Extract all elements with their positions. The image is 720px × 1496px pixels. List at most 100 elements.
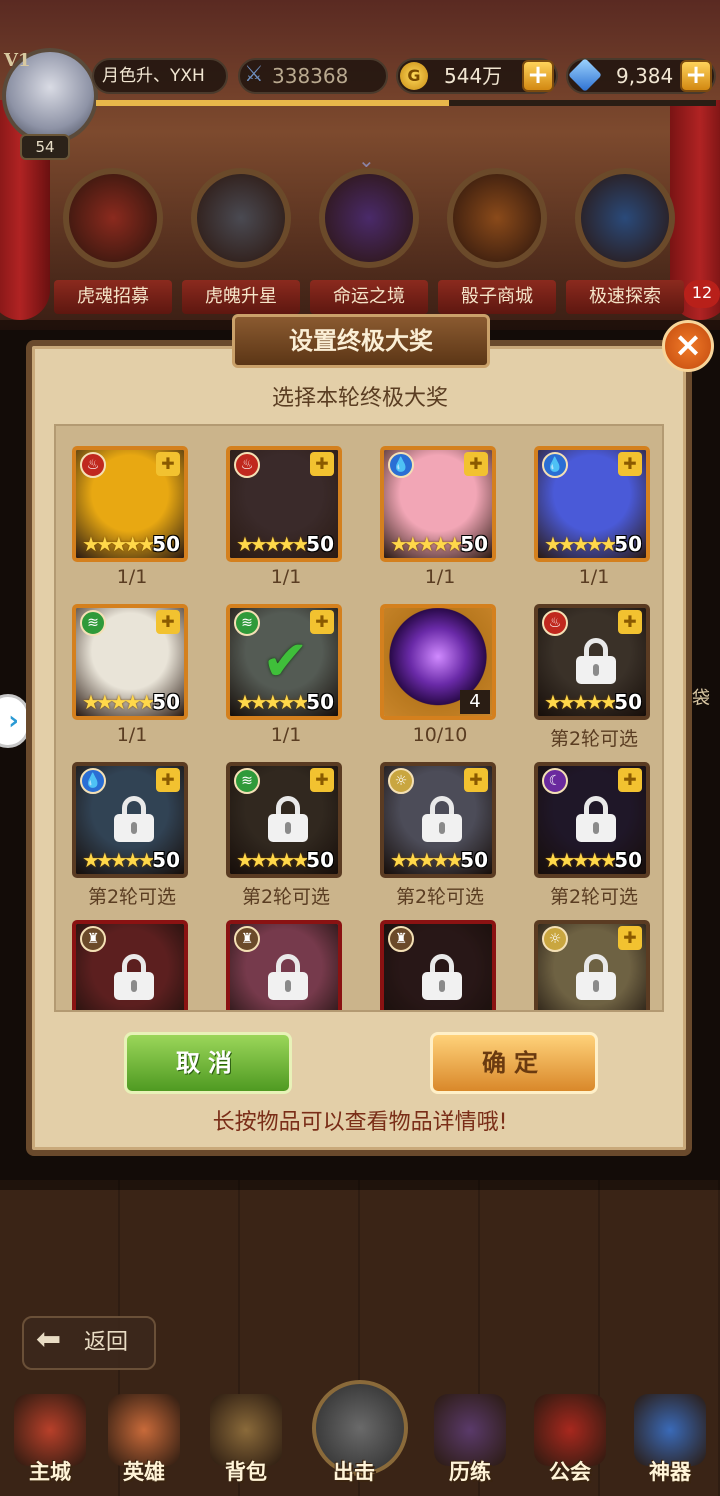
- reward-card[interactable]: 4: [380, 604, 496, 720]
- hero-level: 50: [614, 690, 642, 714]
- reward-slot[interactable]: ♜: [380, 920, 500, 1010]
- feature-2[interactable]: 虎魄升星: [182, 168, 300, 318]
- neutral-element-icon: ♜: [234, 926, 260, 952]
- reward-card[interactable]: ♜: [380, 920, 496, 1010]
- back-arrow-icon: ⬅: [36, 1322, 62, 1357]
- lock-icon: [576, 638, 616, 684]
- puzzle-piece-icon: ✚: [310, 610, 334, 634]
- feature-1[interactable]: 虎魂招募: [54, 168, 172, 318]
- lock-icon: [114, 796, 154, 842]
- wind-element-icon: ≋: [234, 768, 260, 794]
- hint-text: 长按物品可以查看物品详情哦!: [212, 1110, 508, 1135]
- reward-card[interactable]: ☼ ✚: [534, 920, 650, 1010]
- puzzle-piece-icon: ✚: [618, 768, 642, 792]
- water-element-icon: 💧: [80, 768, 106, 794]
- reward-card[interactable]: 💧 ✚ ★★★★★ 50: [380, 446, 496, 562]
- reward-card[interactable]: ≋ ✚ ★★★★★ 50: [72, 604, 188, 720]
- reward-card[interactable]: ≋ ✚ ★★★★★ 50: [226, 762, 342, 878]
- feature-4[interactable]: 骰子商城: [438, 168, 556, 318]
- nav-label: 公会: [549, 1460, 591, 1484]
- puzzle-piece-icon: ✚: [464, 452, 488, 476]
- hero-level: 50: [152, 848, 180, 872]
- reward-card[interactable]: 💧 ✚ ★★★★★ 50: [534, 446, 650, 562]
- reward-card[interactable]: ☼ ✚ ★★★★★ 50: [380, 762, 496, 878]
- puzzle-piece-icon: ✚: [310, 768, 334, 792]
- add-gem-button[interactable]: +: [680, 60, 712, 92]
- close-button[interactable]: ×: [662, 320, 714, 372]
- neutral-element-icon: ♜: [388, 926, 414, 952]
- hero-level: 50: [460, 532, 488, 556]
- reward-slot[interactable]: ≋ ✚ ★★★★★ 50 ✔ 1/1: [226, 604, 346, 754]
- reward-count-label: 第2轮可选: [395, 886, 485, 908]
- nav-label: 历练: [449, 1460, 491, 1484]
- reward-slot[interactable]: ♨ ✚ ★★★★★ 50 1/1: [72, 446, 192, 596]
- nav-label: 出击: [333, 1460, 375, 1484]
- fire-element-icon: ♨: [234, 452, 260, 478]
- reward-slot[interactable]: ☼ ✚ ★★★★★ 50 第2轮可选: [380, 762, 500, 912]
- reward-slot[interactable]: 💧 ✚ ★★★★★ 50 1/1: [380, 446, 500, 596]
- feature-label: 虎魂招募: [54, 280, 172, 314]
- puzzle-piece-icon: ✚: [618, 452, 642, 476]
- star-rating: ★★★★★: [544, 848, 618, 872]
- feature-5[interactable]: 极速探索: [566, 168, 684, 318]
- lock-icon: [576, 954, 616, 1000]
- hero-level: 50: [306, 848, 334, 872]
- reward-card[interactable]: ☾ ✚ ★★★★★ 50: [534, 762, 650, 878]
- reward-slot[interactable]: ☼ ✚: [534, 920, 654, 1010]
- experience-bar: [96, 100, 716, 106]
- nav-label: 主城: [29, 1460, 71, 1484]
- reward-card[interactable]: 💧 ✚ ★★★★★ 50: [72, 762, 188, 878]
- reward-slot[interactable]: ≋ ✚ ★★★★★ 50 第2轮可选: [226, 762, 346, 912]
- dark-element-icon: ☾: [542, 768, 568, 794]
- nav-item[interactable]: 英雄: [94, 1380, 194, 1496]
- lock-icon: [422, 796, 462, 842]
- star-rating: ★★★★★: [82, 848, 156, 872]
- reward-card[interactable]: ♨ ✚ ★★★★★ 50: [534, 604, 650, 720]
- add-gold-button[interactable]: +: [522, 60, 554, 92]
- water-element-icon: 💧: [542, 452, 568, 478]
- reward-count-label: 第2轮可选: [549, 886, 639, 908]
- player-name: 月色升、YXH: [92, 58, 228, 94]
- reward-card[interactable]: ♜: [226, 920, 342, 1010]
- star-rating: ★★★★★: [390, 848, 464, 872]
- reward-slot[interactable]: ♨ ✚ ★★★★★ 50 第2轮可选: [534, 604, 654, 754]
- star-rating: ★★★★★: [82, 690, 156, 714]
- dialog-title: 设置终极大奖: [232, 314, 490, 368]
- reward-grid[interactable]: ♨ ✚ ★★★★★ 50 1/1 ♨ ✚ ★★★★★ 50 1/1 💧 ✚ ★★★★★ 50 1/1 💧 ✚ ★★…: [54, 424, 664, 1012]
- reward-slot[interactable]: 4 10/10: [380, 604, 500, 754]
- confirm-button[interactable]: 确定: [430, 1032, 598, 1094]
- nav-item[interactable]: 主城: [0, 1380, 100, 1496]
- reward-slot[interactable]: ♨ ✚ ★★★★★ 50 1/1: [226, 446, 346, 596]
- star-rating: ★★★★★: [82, 532, 156, 556]
- nav-item[interactable]: 背包: [196, 1380, 296, 1496]
- nav-item[interactable]: 出击: [304, 1380, 408, 1496]
- light-element-icon: ☼: [388, 768, 414, 794]
- reward-slot[interactable]: 💧 ✚ ★★★★★ 50 1/1: [534, 446, 654, 596]
- star-rating: ★★★★★: [544, 690, 618, 714]
- nav-item[interactable]: 神器: [620, 1380, 720, 1496]
- reward-count-label: 1/1: [116, 566, 148, 588]
- cancel-button[interactable]: 取消: [124, 1032, 292, 1094]
- hero-level: 50: [152, 532, 180, 556]
- puzzle-piece-icon: ✚: [464, 768, 488, 792]
- reward-card[interactable]: ♨ ✚ ★★★★★ 50: [226, 446, 342, 562]
- reward-slot[interactable]: ♜: [226, 920, 346, 1010]
- reward-slot[interactable]: 💧 ✚ ★★★★★ 50 第2轮可选: [72, 762, 192, 912]
- puzzle-piece-icon: ✚: [156, 610, 180, 634]
- reward-slot[interactable]: ≋ ✚ ★★★★★ 50 1/1: [72, 604, 192, 754]
- reward-slot[interactable]: ☾ ✚ ★★★★★ 50 第2轮可选: [534, 762, 654, 912]
- feature-label: 虎魄升星: [182, 280, 300, 314]
- reward-card[interactable]: ♜: [72, 920, 188, 1010]
- feature-label: 命运之境: [310, 280, 428, 314]
- reward-slot[interactable]: ♜: [72, 920, 192, 1010]
- feature-medal-icon: [575, 168, 675, 268]
- nav-item[interactable]: 公会: [520, 1380, 620, 1496]
- nav-item[interactable]: 历练: [420, 1380, 520, 1496]
- reward-card[interactable]: ♨ ✚ ★★★★★ 50: [72, 446, 188, 562]
- reward-card[interactable]: ≋ ✚ ★★★★★ 50 ✔: [226, 604, 342, 720]
- item-quantity: 4: [460, 690, 490, 714]
- star-rating: ★★★★★: [236, 848, 310, 872]
- feature-3[interactable]: 命运之境: [310, 168, 428, 318]
- feature-label: 骰子商城: [438, 280, 556, 314]
- reward-count-label: 10/10: [412, 724, 468, 746]
